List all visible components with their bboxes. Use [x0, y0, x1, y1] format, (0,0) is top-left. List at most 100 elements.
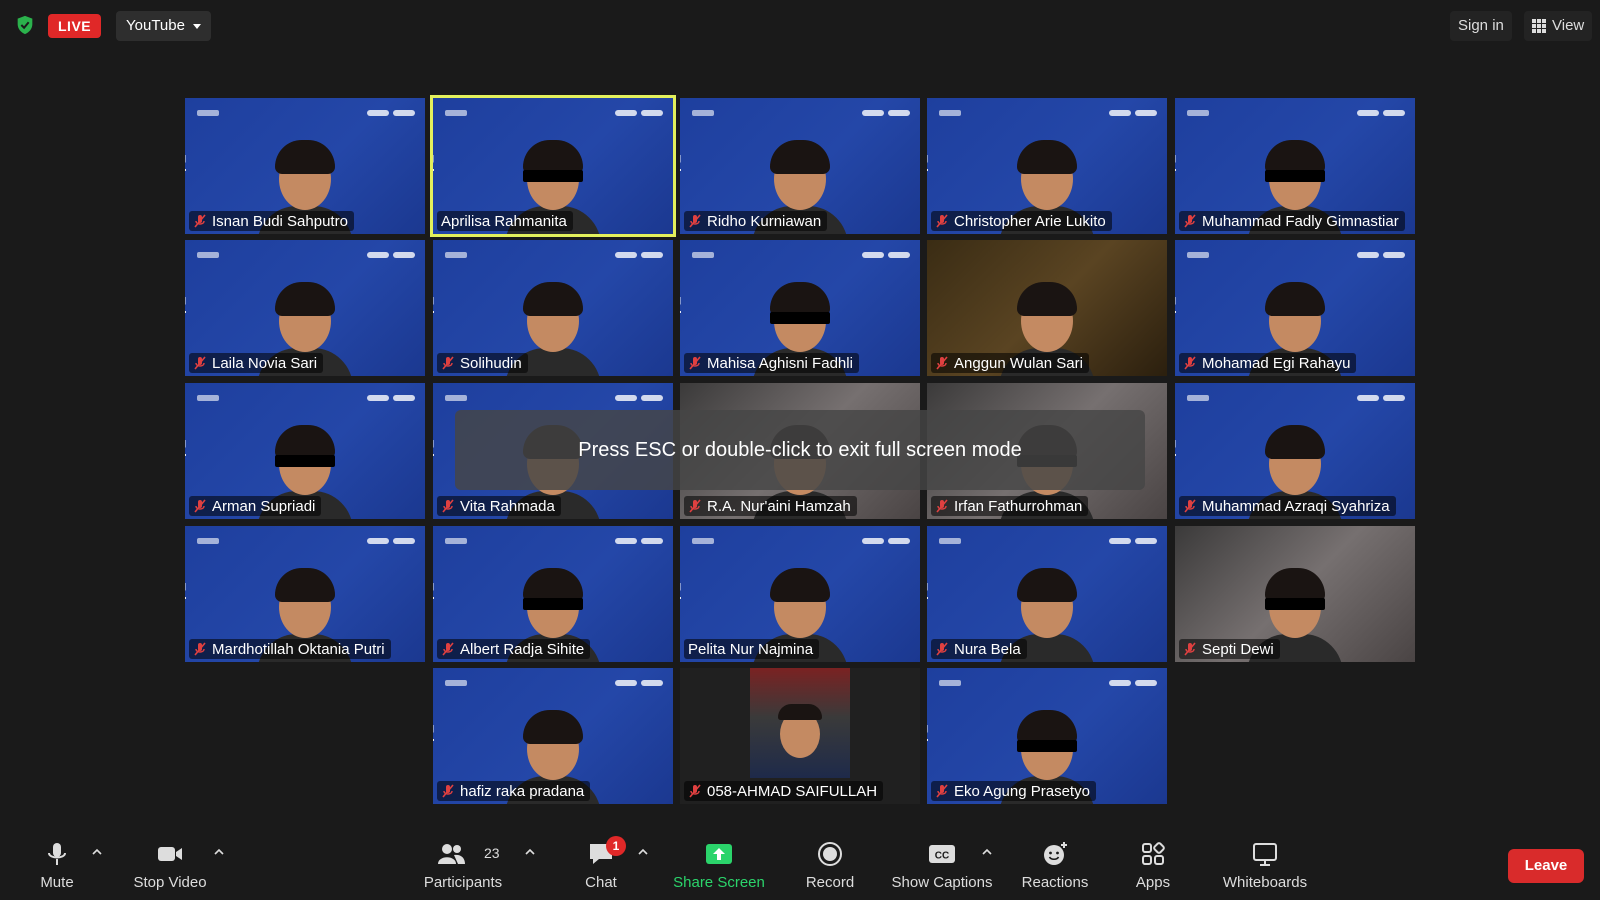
participants-button[interactable]: Participants: [418, 828, 508, 900]
participants-options-chevron-icon[interactable]: [524, 846, 536, 858]
partner-logos: [1109, 680, 1157, 686]
participant-video-tile[interactable]: Edumwa Solihudin: [433, 240, 673, 376]
participant-name-tag: Mahisa Aghisni Fadhli: [684, 353, 859, 373]
apps-button[interactable]: Apps: [1133, 828, 1173, 900]
partner-logos: [1357, 395, 1405, 401]
closed-captions-icon: CC: [929, 845, 955, 863]
brand-logo: [445, 110, 467, 116]
apps-label: Apps: [1135, 874, 1171, 891]
meeting-toolbar: Mute Stop Video Participants 23 Chat 1 S…: [0, 828, 1600, 900]
participant-name-tag: Eko Agung Prasetyo: [931, 781, 1096, 801]
microphone-muted-icon: [689, 214, 701, 228]
participant-video-tile[interactable]: Edumwa hafiz raka pradana: [433, 668, 673, 804]
stop-video-button[interactable]: Stop Video: [132, 828, 208, 900]
microphone-muted-icon: [936, 214, 948, 228]
participant-name-tag: Nura Bela: [931, 639, 1027, 659]
participant-video-tile[interactable]: Edumwa Laila Novia Sari: [185, 240, 425, 376]
participant-video-tile[interactable]: Edumwa Mohamad Egi Rahayu: [1175, 240, 1415, 376]
participant-name-tag: Isnan Budi Sahputro: [189, 211, 354, 231]
microphone-muted-icon: [1184, 642, 1196, 656]
participant-name-tag: 058-AHMAD SAIFULLAH: [684, 781, 884, 801]
participant-name: Christopher Arie Lukito: [954, 212, 1106, 230]
participant-video-tile[interactable]: Edumwa Arman Supriadi: [185, 383, 425, 519]
participant-video-tile[interactable]: Septi Dewi: [1175, 526, 1415, 662]
participant-video-tile[interactable]: 058-AHMAD SAIFULLAH: [680, 668, 920, 804]
cc-icon-text: CC: [935, 851, 949, 862]
security-shield-icon[interactable]: [14, 14, 36, 36]
participant-video-tile[interactable]: Edumwa Muhammad Fadly Gimnastiar: [1175, 98, 1415, 234]
background-brand-text: Edumwa: [1175, 296, 1179, 354]
whiteboards-button[interactable]: Whiteboards: [1219, 828, 1311, 900]
brand-logo: [939, 680, 961, 686]
background-brand-text: Edumwa: [1175, 154, 1179, 212]
participant-name: Laila Novia Sari: [212, 354, 318, 372]
mute-label: Mute: [40, 874, 74, 891]
brand-logo: [445, 680, 467, 686]
participant-name: Isnan Budi Sahputro: [212, 212, 348, 230]
participant-name-tag: Solihudin: [437, 353, 528, 373]
record-icon: [818, 842, 842, 866]
background-brand-text: Edumwa: [680, 154, 684, 212]
participant-video-tile[interactable]: Edumwa Ridho Kurniawan: [680, 98, 920, 234]
sign-in-button[interactable]: Sign in: [1450, 11, 1512, 41]
microphone-muted-icon: [442, 784, 454, 798]
brand-logo: [692, 110, 714, 116]
participant-name: Ridho Kurniawan: [707, 212, 822, 230]
partner-logos: [367, 252, 415, 258]
participant-name: Anggun Wulan Sari: [954, 354, 1083, 372]
participant-video-tile[interactable]: Edumwa Christopher Arie Lukito: [927, 98, 1167, 234]
brand-logo: [1187, 252, 1209, 258]
chat-label: Chat: [585, 874, 617, 891]
leave-button[interactable]: Leave: [1508, 849, 1584, 883]
participant-name-tag: R.A. Nur'aini Hamzah: [684, 496, 857, 516]
partner-logos: [367, 110, 415, 116]
stream-target-dropdown[interactable]: YouTube: [116, 11, 211, 41]
view-label: View: [1552, 17, 1585, 34]
participant-name-tag: Muhammad Azraqi Syahriza: [1179, 496, 1396, 516]
participant-video-tile[interactable]: Edumwa Muhammad Azraqi Syahriza: [1175, 383, 1415, 519]
participant-name: hafiz raka pradana: [460, 782, 585, 800]
participant-video-tile[interactable]: Edumwa Isnan Budi Sahputro: [185, 98, 425, 234]
show-captions-button[interactable]: CC Show Captions: [890, 828, 994, 900]
share-screen-label: Share Screen: [673, 874, 765, 891]
participant-name: Muhammad Fadly Gimnastiar: [1202, 212, 1399, 230]
record-label: Record: [805, 874, 855, 891]
partner-logos: [1357, 252, 1405, 258]
background-brand-text: Edumwa: [680, 582, 684, 640]
video-options-chevron-icon[interactable]: [213, 846, 225, 858]
participant-name-tag: Mohamad Egi Rahayu: [1179, 353, 1357, 373]
participant-video-tile[interactable]: Edumwa Pelita Nur Najmina: [680, 526, 920, 662]
participant-video-tile[interactable]: Edumwa Albert Radja Sihite: [433, 526, 673, 662]
reactions-button[interactable]: Reactions: [1019, 828, 1091, 900]
brand-logo: [1187, 110, 1209, 116]
participant-video-tile[interactable]: Edumwa Mardhotillah Oktania Putri: [185, 526, 425, 662]
background-brand-text: Edumwa: [927, 582, 931, 640]
background-brand-text: Edumwa: [433, 724, 437, 782]
participant-name-tag: Septi Dewi: [1179, 639, 1280, 659]
video-camera-icon: [158, 847, 182, 861]
brand-logo: [197, 110, 219, 116]
brand-logo: [445, 252, 467, 258]
brand-logo: [1187, 395, 1209, 401]
captions-options-chevron-icon[interactable]: [981, 846, 993, 858]
microphone-muted-icon: [194, 499, 206, 513]
view-button[interactable]: View: [1524, 11, 1593, 41]
partner-logos: [862, 538, 910, 544]
participant-video-tile[interactable]: Anggun Wulan Sari: [927, 240, 1167, 376]
participant-name: Arman Supriadi: [212, 497, 316, 515]
participant-video-tile[interactable]: Edumwa Eko Agung Prasetyo: [927, 668, 1167, 804]
participant-video-tile[interactable]: Edumwa Mahisa Aghisni Fadhli: [680, 240, 920, 376]
participant-video-tile[interactable]: Edumwa Nura Bela: [927, 526, 1167, 662]
share-screen-button[interactable]: Share Screen: [672, 828, 766, 900]
participant-name-tag: Aprilisa Rahmanita: [437, 211, 573, 231]
chat-options-chevron-icon[interactable]: [637, 846, 649, 858]
partner-logos: [615, 252, 663, 258]
participant-video-tile[interactable]: Edumwa Aprilisa Rahmanita: [430, 95, 676, 237]
live-badge[interactable]: LIVE: [48, 14, 102, 38]
audio-options-chevron-icon[interactable]: [91, 846, 103, 858]
record-button[interactable]: Record: [802, 828, 858, 900]
microphone-muted-icon: [936, 499, 948, 513]
background-brand-text: Edumwa: [433, 439, 437, 497]
participant-name: Mahisa Aghisni Fadhli: [707, 354, 853, 372]
mute-button[interactable]: Mute: [34, 828, 80, 900]
